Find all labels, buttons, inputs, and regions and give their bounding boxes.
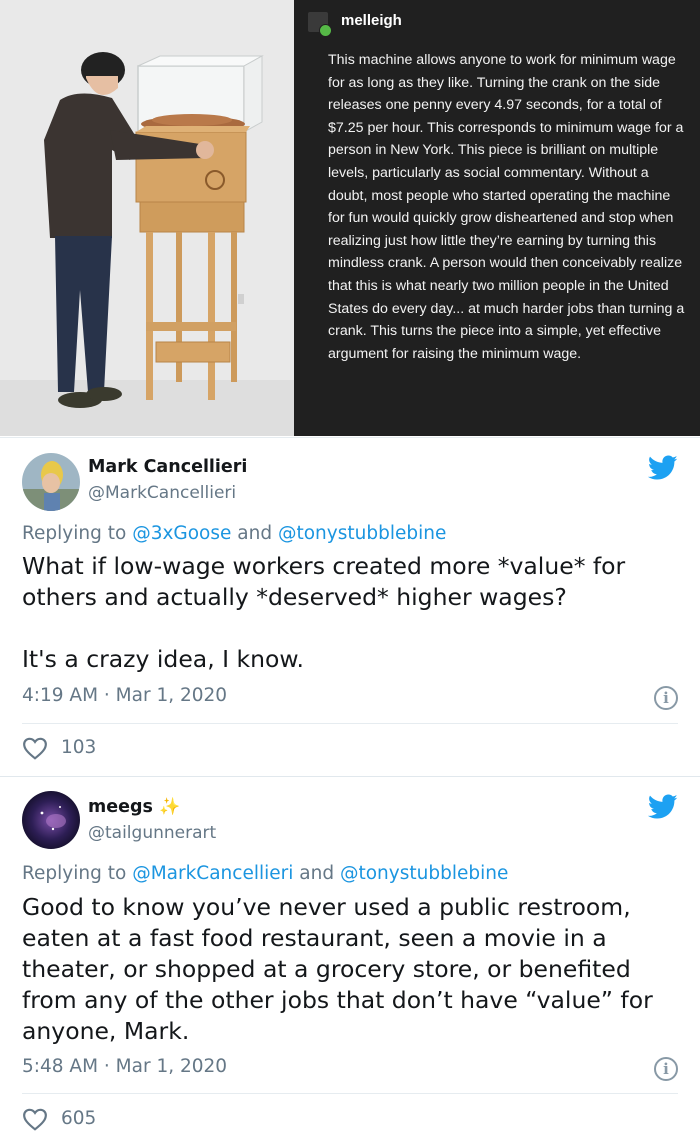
tweet-timestamp[interactable]: 4:19 AM · Mar 1, 2020 bbox=[22, 685, 227, 706]
reply-context: Replying to @3xGoose and @tonystubblebin… bbox=[22, 523, 446, 544]
twitter-bird-icon[interactable] bbox=[648, 455, 678, 481]
tweet-card: Mark Cancellieri @MarkCancellieri Replyi… bbox=[0, 437, 700, 774]
info-icon[interactable]: i bbox=[654, 1057, 678, 1081]
reply-context: Replying to @MarkCancellieri and @tonyst… bbox=[22, 863, 508, 884]
tweet-timestamp[interactable]: 5:48 AM · Mar 1, 2020 bbox=[22, 1056, 227, 1077]
reply-and: and bbox=[293, 863, 340, 884]
divider bbox=[22, 1093, 678, 1094]
reply-link-3xgoose[interactable]: @3xGoose bbox=[132, 523, 231, 544]
avatar-image bbox=[22, 453, 80, 511]
sparkles-icon: ✨ bbox=[159, 797, 181, 817]
avatar-image bbox=[22, 791, 80, 849]
user-handle[interactable]: @tailgunnerart bbox=[88, 823, 216, 843]
reply-link-tonystubblebine[interactable]: @tonystubblebine bbox=[340, 863, 508, 884]
reply-prefix: Replying to bbox=[22, 863, 133, 884]
tweet-text-second-paragraph: It's a crazy idea, I know. bbox=[22, 645, 304, 673]
tumblr-post-text: This machine allows anyone to work for m… bbox=[328, 52, 685, 362]
heart-icon[interactable] bbox=[22, 736, 48, 760]
reply-link-markcancellieri[interactable]: @MarkCancellieri bbox=[132, 863, 293, 884]
twitter-bird-icon[interactable] bbox=[648, 794, 678, 820]
photo-illustration bbox=[0, 0, 294, 436]
tumblr-username[interactable]: melleigh bbox=[341, 12, 402, 29]
tweet-text: What if low-wage workers created more *v… bbox=[22, 552, 626, 611]
user-handle[interactable]: @MarkCancellieri bbox=[88, 483, 236, 503]
display-name[interactable]: meegs ✨ bbox=[88, 797, 180, 817]
tumblr-post-body: melleigh This machine allows anyone to w… bbox=[294, 0, 700, 436]
minimum-wage-machine-photo bbox=[0, 0, 294, 436]
like-count[interactable]: 605 bbox=[61, 1108, 96, 1129]
reply-and: and bbox=[231, 523, 278, 544]
avatar[interactable] bbox=[22, 791, 80, 849]
reblog-badge-icon bbox=[319, 24, 332, 37]
tweet-text: Good to know you’ve never used a public … bbox=[22, 893, 653, 1045]
info-icon[interactable]: i bbox=[654, 686, 678, 710]
avatar[interactable] bbox=[22, 453, 80, 511]
reply-link-tonystubblebine[interactable]: @tonystubblebine bbox=[278, 523, 446, 544]
tumblr-post: melleigh This machine allows anyone to w… bbox=[0, 0, 700, 436]
divider bbox=[22, 723, 678, 724]
heart-icon[interactable] bbox=[22, 1107, 48, 1131]
display-name[interactable]: Mark Cancellieri bbox=[88, 457, 247, 477]
tweet-card: meegs ✨ @tailgunnerart Replying to @Mark… bbox=[0, 776, 700, 1147]
like-count[interactable]: 103 bbox=[61, 737, 96, 758]
display-name-text: meegs bbox=[88, 797, 153, 817]
reply-prefix: Replying to bbox=[22, 523, 133, 544]
